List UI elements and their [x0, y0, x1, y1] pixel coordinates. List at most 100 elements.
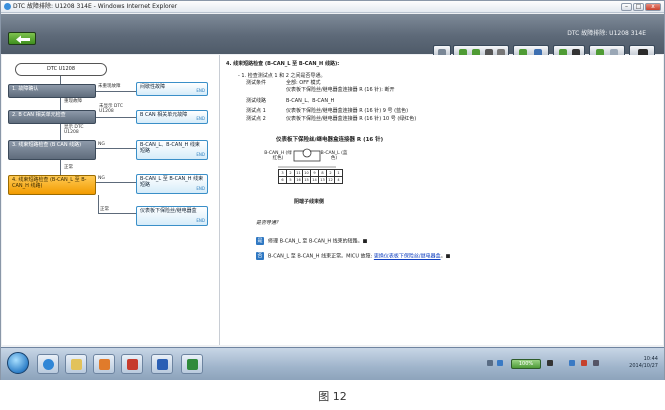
ie-icon [4, 3, 11, 10]
taskbar-word[interactable] [151, 354, 173, 374]
back-button[interactable] [8, 32, 36, 45]
pdf-icon [127, 359, 138, 370]
line-label: 测试线路 [246, 98, 267, 104]
pin: 6 [278, 176, 287, 184]
option-text: 修理 B-CAN_L 至 B-CAN_H 线束的短路。■ [268, 238, 368, 245]
taskbar-ie[interactable] [37, 354, 59, 374]
branch-label: 重现故障 [64, 99, 82, 104]
flow-connector [98, 213, 136, 214]
testpoint-label: 测试点 1 [246, 108, 266, 114]
pin: 9 [310, 169, 319, 177]
flowchart-panel: DTC U1208 1. 故障确认 未重现故障 间歇性故障 END 重现故障 2.… [2, 55, 220, 345]
taskbar-excel[interactable] [181, 354, 203, 374]
close-button[interactable]: x [645, 3, 661, 11]
window-titlebar: DTC 故障排除: U1208 314E - Windows Internet … [1, 1, 664, 13]
tray-icon[interactable] [581, 360, 587, 366]
taskbar-pdf[interactable] [121, 354, 143, 374]
testpoint-value: 仪表板下保险丝/继电器盒连接器 R (16 针) 9 号 (蓝色) [286, 108, 409, 114]
connector-caption: 阴端子线束侧 [294, 199, 325, 205]
flow-connector [96, 117, 136, 118]
tray-icon[interactable] [547, 360, 553, 366]
pin: 1 [334, 169, 343, 177]
end-tag: END [196, 116, 205, 121]
word-icon [157, 359, 168, 370]
excel-icon [187, 359, 198, 370]
pin: 8 [318, 169, 327, 177]
flow-connector [60, 98, 61, 110]
condition-label: 测试条件 [246, 80, 267, 86]
pin: 2 [326, 169, 335, 177]
procedure-panel: 4. 线束短路检查 (B-CAN_L 至 B-CAN_H 线路): - 1. 检… [224, 57, 654, 343]
replace-fuse-box-link[interactable]: 更换仪表板下保险丝/继电器盒 [374, 254, 441, 260]
pin: 3 [278, 169, 287, 177]
flow-step-3[interactable]: 3. 线束短路检查 (B CAN 线路) [8, 140, 96, 160]
end-tag: END [196, 88, 205, 93]
connector-label-right: B-CAN_L (蓝色) [320, 151, 348, 161]
question-text: 是否导通? [256, 220, 279, 226]
condition-value: 全部: OFF 模式 [286, 80, 321, 86]
flow-connector [96, 91, 136, 92]
pin: 16 [294, 176, 303, 184]
option-no[interactable]: 否 B-CAN_L 至 B-CAN_H 线束正常。MICU 故障: 更换仪表板下保… [256, 252, 450, 260]
result-box-4[interactable]: B-CAN_L 至 B-CAN_H 线束短路 END [136, 174, 208, 194]
branch-label: 显示 DTC U1208 [64, 125, 84, 135]
end-tag: END [196, 152, 205, 157]
end-tag: END [196, 186, 205, 191]
figure-caption: 图 12 [318, 390, 347, 403]
connector-title: 仪表板下保险丝/继电器盒连接器 R (16 针) [276, 137, 384, 143]
pin: 4 [334, 176, 343, 184]
result-box-1[interactable]: 间歇性故障 END [136, 82, 208, 96]
result-box-5[interactable]: 仪表板下保险丝/继电器盒 END [136, 206, 208, 226]
pin: 15 [302, 176, 311, 184]
option-yes[interactable]: 是修理 B-CAN_L 至 B-CAN_H 线束的短路。■ [256, 237, 367, 245]
pin: 11 [294, 169, 303, 177]
clock-time: 10:44 [643, 356, 658, 362]
procedure-step: - 1. 检查测试点 1 和 2 之间是否导通。 [238, 73, 326, 79]
tray-icon[interactable] [487, 360, 493, 366]
connector-pin-table: 3 2 11 10 9 8 2 1 6 5 16 15 14 13 12 4 [278, 169, 343, 184]
maximize-button[interactable]: □ [633, 3, 644, 11]
pin: 10 [302, 169, 311, 177]
connector-label-left: B-CAN_H (绿红色) [264, 151, 292, 161]
clock-date: 2014/10/27 [629, 363, 658, 369]
branch-label: 正常 [64, 165, 73, 170]
flow-connector [60, 160, 61, 175]
line-value: B-CAN_L、B-CAN_H [286, 98, 335, 104]
testpoint-label: 测试点 2 [246, 116, 266, 122]
flow-step-1[interactable]: 1. 故障确认 [8, 84, 96, 98]
result-label: B-CAN_L 至 B-CAN_H 线束短路 [140, 176, 204, 188]
taskbar: 100% 10:44 2014/10/27 [1, 347, 664, 380]
yes-button[interactable]: 是 [256, 237, 264, 245]
procedure-heading: 4. 线束短路检查 (B-CAN_L 至 B-CAN_H 线路): [226, 61, 340, 67]
app-title: DTC 故障排除: U1208 314E [567, 30, 646, 37]
pin: 5 [286, 176, 295, 184]
pin: 2 [286, 169, 295, 177]
option-suffix: 。■ [440, 253, 451, 260]
pin: 13 [318, 176, 327, 184]
zoom-indicator[interactable]: 100% [511, 359, 541, 369]
taskbar-clock[interactable]: 10:44 2014/10/27 [629, 356, 658, 370]
start-button[interactable] [7, 352, 29, 374]
result-box-2[interactable]: B CAN 相关单元故障 END [136, 110, 208, 124]
pin: 12 [326, 176, 335, 184]
condition-value: 仪表板下保险丝/继电器盒连接器 R (16 针): 断开 [286, 87, 395, 93]
ie-icon [43, 359, 54, 370]
result-box-3[interactable]: B-CAN_L、B-CAN_H 线束短路 END [136, 140, 208, 160]
volume-icon[interactable] [593, 360, 599, 366]
dtc-start-node: DTC U1208 [15, 63, 107, 76]
pin: 14 [310, 176, 319, 184]
flow-step-4-current[interactable]: 4. 线束短路检查 (B-CAN_L 至 B-CAN_H 线路) [8, 175, 96, 195]
flow-connector [60, 124, 61, 140]
tray-icon[interactable] [569, 360, 575, 366]
flow-step-2[interactable]: 2. B CAN 相关单元检查 [8, 110, 96, 124]
minimize-button[interactable]: – [621, 3, 632, 11]
flow-connector [96, 148, 136, 149]
no-button[interactable]: 否 [256, 252, 264, 260]
branch-label: NG [98, 142, 105, 147]
taskbar-paint[interactable] [93, 354, 115, 374]
flow-connector [98, 195, 99, 213]
option-text: B-CAN_L 至 B-CAN_H 线束正常。MICU 故障: [268, 253, 374, 260]
tray-icon[interactable] [497, 360, 503, 366]
taskbar-explorer[interactable] [65, 354, 87, 374]
paint-icon [99, 359, 110, 370]
